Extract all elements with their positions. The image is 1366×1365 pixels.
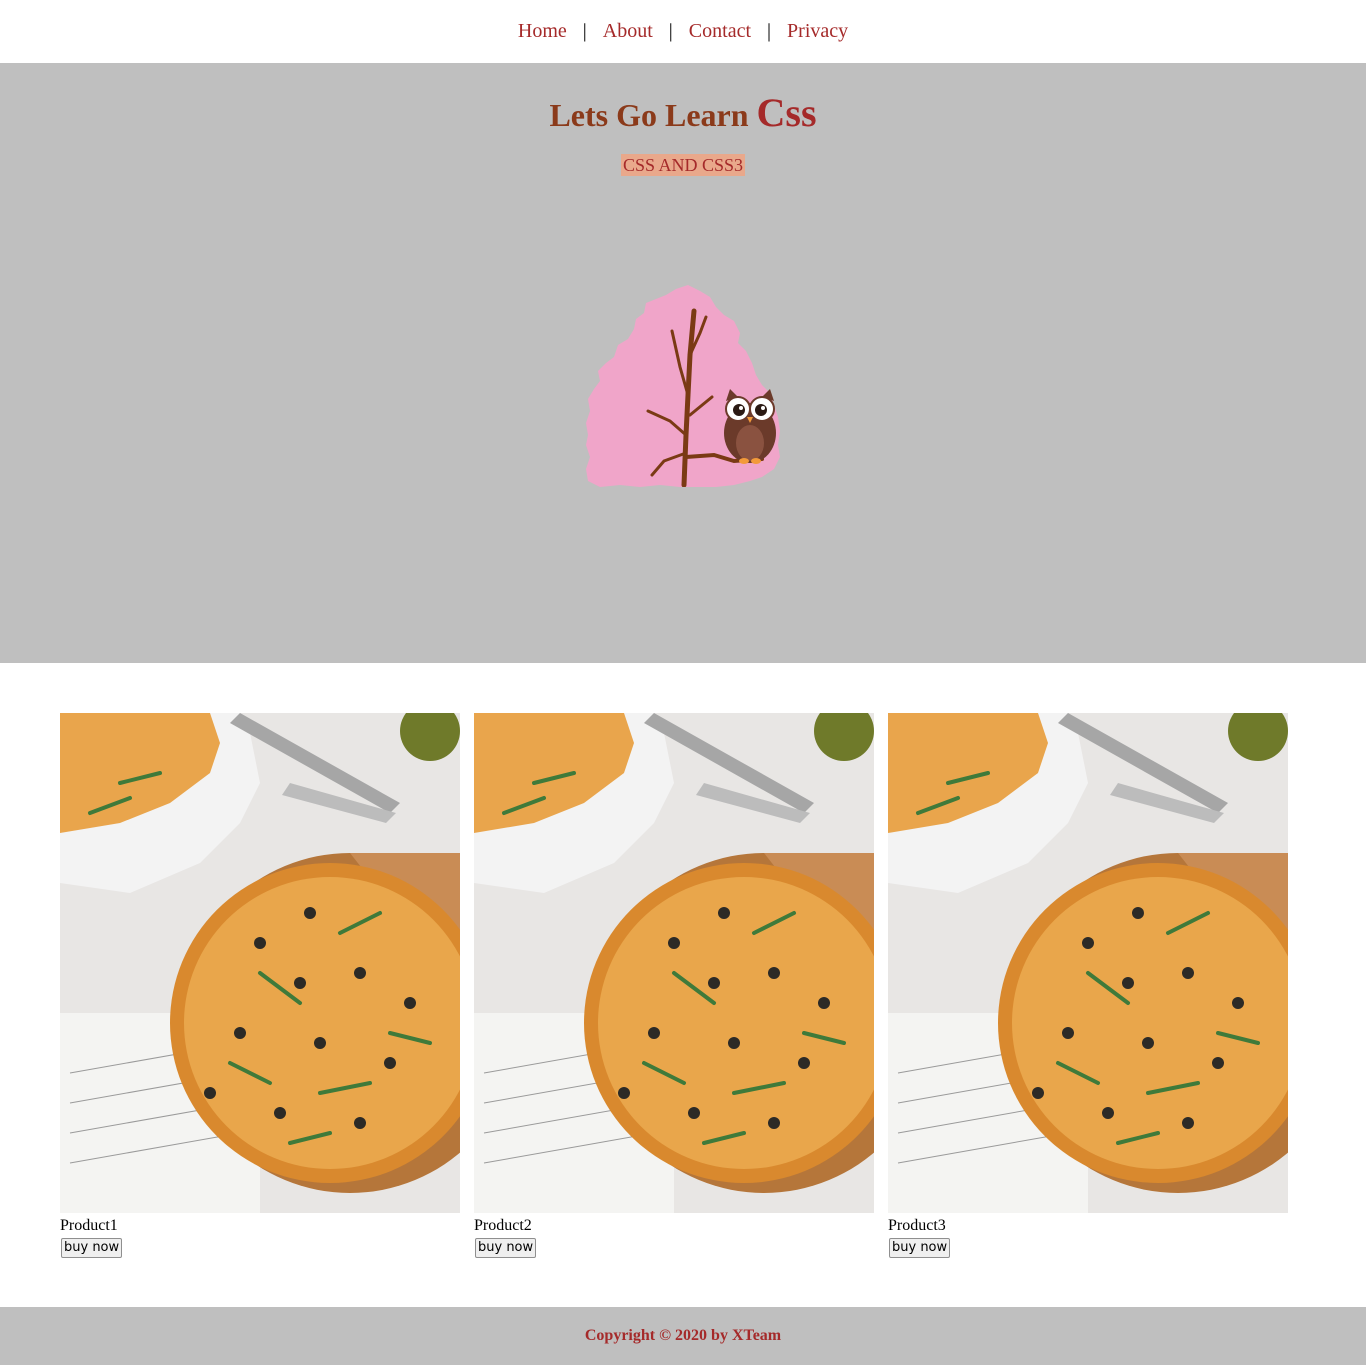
- nav-about-link[interactable]: About: [603, 20, 653, 43]
- top-nav: Home | About | Contact | Privacy: [0, 0, 1366, 63]
- nav-separator: |: [668, 20, 673, 42]
- product-image[interactable]: [888, 713, 1288, 1213]
- product-name: Product3: [888, 1217, 946, 1234]
- owl-tree-illustration: [586, 285, 780, 487]
- hero-title: Lets Go Learn Css: [0, 93, 1366, 135]
- product-list: Product1 buy now Product2 buy now Produc…: [0, 663, 1366, 1307]
- buy-now-button[interactable]: buy now: [475, 1238, 537, 1258]
- product-name: Product1: [60, 1217, 118, 1234]
- nav-separator: |: [767, 20, 772, 42]
- hero-title-prefix: Lets Go Learn: [549, 97, 757, 133]
- product-card: Product3 buy now: [888, 713, 1288, 1258]
- nav-separator: |: [582, 20, 587, 42]
- nav-home-link[interactable]: Home: [518, 20, 567, 43]
- nav-contact-link[interactable]: Contact: [689, 20, 751, 43]
- buy-now-button[interactable]: buy now: [889, 1238, 951, 1258]
- footer: Copyright © 2020 by XTeam: [0, 1307, 1366, 1365]
- hero-subtitle-wrap: CSS AND CSS3: [0, 154, 1366, 176]
- hero-subtitle: CSS AND CSS3: [620, 154, 746, 176]
- nav-privacy-link[interactable]: Privacy: [787, 20, 848, 43]
- product-image[interactable]: [60, 713, 460, 1213]
- product-name: Product2: [474, 1217, 532, 1234]
- product-card: Product1 buy now: [60, 713, 460, 1258]
- hero-banner: Lets Go Learn Css CSS AND CSS3: [0, 63, 1366, 663]
- hero-title-emphasis: Css: [756, 90, 817, 135]
- buy-now-button[interactable]: buy now: [61, 1238, 123, 1258]
- product-card: Product2 buy now: [474, 713, 874, 1258]
- copyright-text: Copyright © 2020 by XTeam: [584, 1327, 782, 1344]
- product-image[interactable]: [474, 713, 874, 1213]
